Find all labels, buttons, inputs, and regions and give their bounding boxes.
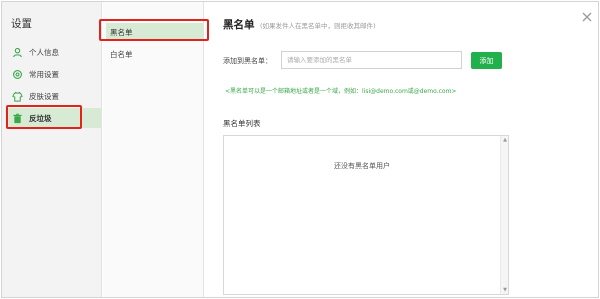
list-scrollbar[interactable]: ▲ ▼ [500, 136, 508, 294]
settings-sidebar: 设置 个人信息 常用设置 皮肤设置 反垃圾 [2, 2, 102, 297]
page-title: 黑名单 [223, 19, 255, 31]
close-button[interactable] [580, 9, 594, 23]
main-panel: 黑名单 (如果发件人在黑名单中，则拒收其邮件) 添加到黑名单： 添加 <黑名单可… [205, 2, 598, 297]
settings-title: 设置 [11, 18, 32, 30]
settings-dialog: 设置 个人信息 常用设置 皮肤设置 反垃圾 黑名单 白名单 黑名单 (如果发件人… [1, 1, 599, 298]
blacklist-input[interactable] [281, 51, 462, 69]
blacklist-list[interactable]: 还没有黑名单用户 ▲ ▼ [223, 135, 509, 295]
add-button[interactable]: 添加 [471, 52, 502, 69]
close-icon [582, 12, 592, 22]
trash-icon [11, 112, 23, 124]
blacklist-list-title: 黑名单列表 [223, 119, 261, 128]
settings-icon [11, 68, 23, 80]
nav-item-common-settings[interactable]: 常用设置 [7, 64, 101, 84]
skin-icon [11, 90, 23, 102]
nav-item-label: 个人信息 [29, 47, 59, 57]
nav-item-personal-info[interactable]: 个人信息 [7, 42, 101, 62]
nav-item-label: 常用设置 [29, 69, 59, 79]
blacklist-tip: <黑名单可以是一个邮箱地址或者是一个域，例如：lisi@demo.com或@de… [225, 88, 457, 95]
sub-nav-whitelist[interactable]: 白名单 [106, 45, 203, 63]
nav-item-label: 皮肤设置 [29, 91, 59, 101]
nav-item-skin-settings[interactable]: 皮肤设置 [7, 86, 101, 106]
sub-nav-blacklist[interactable]: 黑名单 [106, 23, 203, 41]
nav-item-label: 反垃圾 [29, 113, 52, 123]
sub-nav: 黑名单 白名单 [103, 2, 204, 297]
nav-item-anti-spam[interactable]: 反垃圾 [7, 108, 101, 128]
empty-list-message: 还没有黑名单用户 [334, 162, 390, 170]
scroll-down-icon[interactable]: ▼ [502, 287, 508, 293]
user-icon [11, 46, 23, 58]
page-description: (如果发件人在黑名单中，则拒收其邮件) [260, 22, 376, 30]
add-to-blacklist-label: 添加到黑名单： [223, 57, 272, 65]
scroll-up-icon[interactable]: ▲ [502, 137, 508, 143]
